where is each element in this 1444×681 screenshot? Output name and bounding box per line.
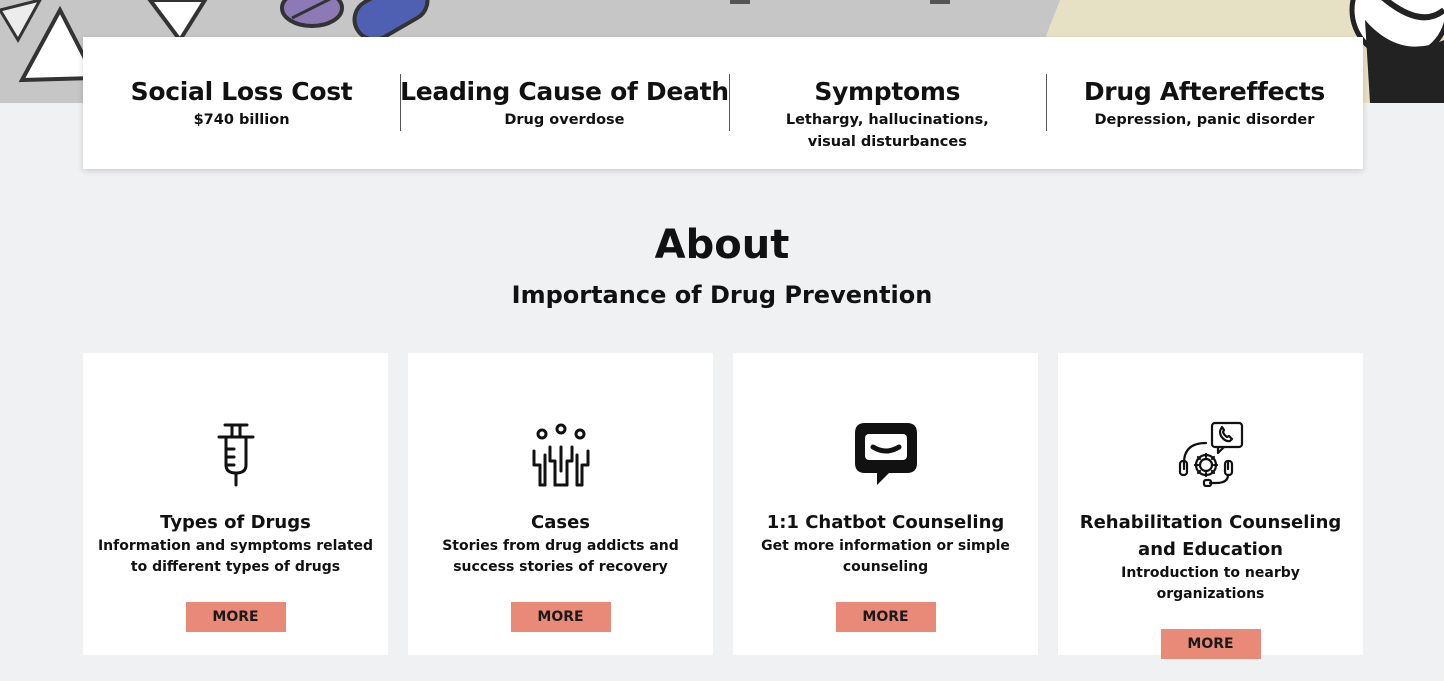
- stat-title: Leading Cause of Death: [400, 77, 729, 106]
- stat-title: Social Loss Cost: [130, 77, 353, 106]
- card-title: Types of Drugs: [160, 512, 311, 533]
- stat-title: Symptoms: [814, 77, 961, 106]
- stat-value: Lethargy, hallucinations, visual disturb…: [785, 112, 989, 150]
- people-stories-icon: [528, 421, 594, 487]
- card-chatbot-counseling: 1:1 Chatbot Counseling Get more informat…: [733, 353, 1038, 655]
- card-description: Information and symptoms related to diff…: [97, 538, 374, 575]
- stat-title: Drug Aftereffects: [1083, 77, 1325, 106]
- card-title: Cases: [531, 512, 590, 533]
- stat-symptoms: Symptoms Lethargy, hallucinations, visua…: [728, 37, 1046, 169]
- card-cases: Cases Stories from drug addicts and succ…: [408, 353, 713, 655]
- card-types-of-drugs: Types of Drugs Information and symptoms …: [83, 353, 388, 655]
- syringe-icon: [203, 421, 269, 487]
- card-body: Rehabilitation Counseling and Education …: [1058, 509, 1363, 659]
- headset-support-icon: [1178, 421, 1244, 488]
- card-body: 1:1 Chatbot Counseling Get more informat…: [733, 509, 1038, 632]
- stat-value: $740 billion: [193, 112, 290, 128]
- card-description: Get more information or simple counselin…: [761, 538, 1010, 575]
- card-description: Stories from drug addicts and success st…: [442, 538, 679, 575]
- about-heading: About: [654, 222, 790, 268]
- stat-value: Depression, panic disorder: [1094, 112, 1315, 128]
- card-description: Introduction to nearby organizations: [1121, 565, 1300, 602]
- stat-value: Drug overdose: [504, 112, 625, 128]
- chat-bubble-icon: [853, 421, 919, 487]
- more-button[interactable]: MORE: [835, 602, 936, 632]
- more-button[interactable]: MORE: [185, 602, 286, 632]
- stat-drug-aftereffects: Drug Aftereffects Depression, panic diso…: [1045, 37, 1363, 169]
- card-body: Types of Drugs Information and symptoms …: [83, 509, 388, 632]
- stat-leading-cause-of-death: Leading Cause of Death Drug overdose: [400, 37, 729, 169]
- about-subheading: Importance of Drug Prevention: [511, 281, 933, 309]
- card-body: Cases Stories from drug addicts and succ…: [408, 509, 713, 632]
- more-button[interactable]: MORE: [510, 602, 611, 632]
- card-title: 1:1 Chatbot Counseling: [766, 512, 1005, 533]
- card-title: Rehabilitation Counseling and Education: [1079, 512, 1342, 560]
- stat-social-loss-cost: Social Loss Cost $740 billion: [83, 37, 400, 169]
- card-rehabilitation-counseling: Rehabilitation Counseling and Education …: [1058, 353, 1363, 659]
- more-button[interactable]: MORE: [1160, 629, 1261, 659]
- stats-card: Social Loss Cost $740 billion Leading Ca…: [83, 37, 1363, 169]
